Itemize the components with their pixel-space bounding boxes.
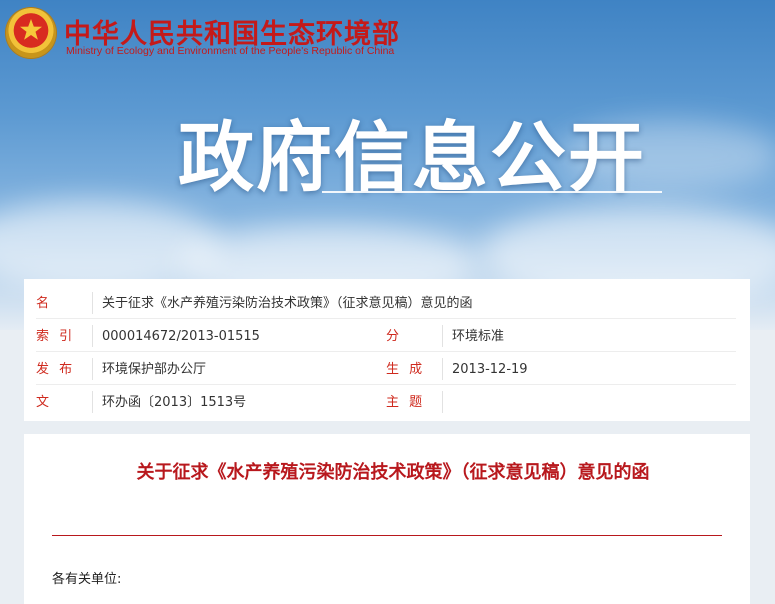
meta-label: 文 号 bbox=[36, 395, 81, 410]
meta-value: 2013-12-19 bbox=[452, 362, 528, 377]
banner-title: 政府信息公开 bbox=[178, 113, 646, 202]
document-title: 关于征求《水产养殖污染防治技术政策》（征求意见稿）意见的函 bbox=[136, 462, 650, 483]
banner-underline bbox=[322, 191, 662, 193]
column-divider bbox=[92, 325, 93, 347]
document-metadata-table: 名 称 关于征求《水产养殖污染防治技术政策》（征求意见稿）意见的函 索 引 号 … bbox=[24, 279, 750, 421]
meta-row: 发 布 机 关 环境保护部办公厅 生 成 日 期 2013-12-19 bbox=[36, 352, 736, 385]
column-divider bbox=[92, 391, 93, 413]
meta-row: 名 称 关于征求《水产养殖污染防治技术政策》（征求意见稿）意见的函 bbox=[36, 286, 736, 319]
meta-label: 发 布 机 关 bbox=[36, 362, 76, 377]
title-divider bbox=[52, 535, 722, 536]
meta-value: 000014672/2013-01515 bbox=[102, 329, 260, 344]
document-salutation: 各有关单位: bbox=[52, 572, 122, 587]
meta-value: 环境保护部办公厅 bbox=[102, 362, 207, 377]
meta-row: 文 号 环办函〔2013〕1513号 主 题 词 bbox=[36, 385, 736, 418]
meta-row: 索 引 号 000014672/2013-01515 分 类 环境标准 bbox=[36, 319, 736, 352]
document-body: 关于征求《水产养殖污染防治技术政策》（征求意见稿）意见的函 各有关单位: bbox=[24, 434, 750, 604]
column-divider bbox=[92, 292, 93, 314]
meta-value: 关于征求《水产养殖污染防治技术政策》（征求意见稿）意见的函 bbox=[102, 296, 473, 311]
meta-label: 主 题 词 bbox=[386, 395, 426, 410]
meta-label: 生 成 日 期 bbox=[386, 362, 426, 377]
column-divider bbox=[442, 325, 443, 347]
site-name-en: Ministry of Ecology and Environment of t… bbox=[66, 45, 395, 57]
meta-label: 索 引 号 bbox=[36, 329, 76, 344]
meta-label: 分 类 bbox=[386, 329, 431, 344]
meta-label: 名 称 bbox=[36, 296, 81, 311]
national-emblem-icon[interactable] bbox=[6, 8, 56, 58]
column-divider bbox=[92, 358, 93, 380]
column-divider bbox=[442, 358, 443, 380]
column-divider bbox=[442, 391, 443, 413]
star-icon bbox=[20, 19, 42, 40]
meta-value: 环境标准 bbox=[452, 329, 505, 344]
meta-value: 环办函〔2013〕1513号 bbox=[102, 395, 247, 410]
